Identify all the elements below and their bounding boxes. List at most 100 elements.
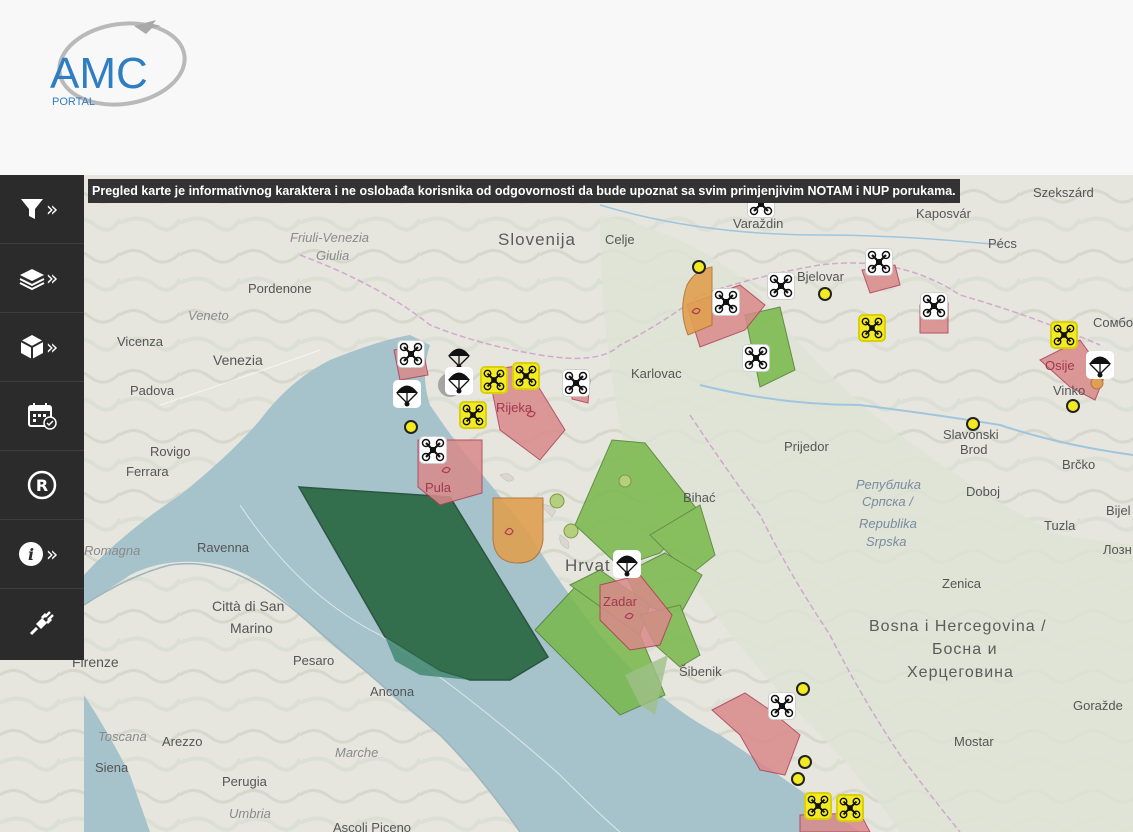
- drone-zone-active-icon[interactable]: [804, 792, 832, 820]
- drone-zone-active-icon[interactable]: [459, 401, 487, 429]
- layers-button[interactable]: »: [0, 244, 84, 313]
- map-sidebar: » » » R i »: [0, 175, 84, 660]
- calendar-check-icon: [28, 403, 57, 430]
- region-label: Giulia: [316, 248, 350, 263]
- place-label: Pesaro: [293, 653, 335, 668]
- drone-zone-icon[interactable]: [419, 436, 447, 464]
- drone-zone-icon[interactable]: [768, 692, 796, 720]
- parachute-zone-icon[interactable]: [445, 367, 473, 395]
- region-label: Friuli-Venezia: [290, 230, 369, 245]
- place-label: Szekszárd: [1033, 185, 1094, 200]
- place-label: Šibenik: [679, 664, 722, 679]
- place-label: Celje: [605, 232, 635, 247]
- drone-zone-active-icon[interactable]: [512, 362, 540, 390]
- point-marker-icon[interactable]: [818, 287, 832, 301]
- place-label: Padova: [130, 383, 175, 398]
- svg-text:»: »: [46, 266, 58, 290]
- drone-zone-icon[interactable]: [920, 292, 948, 320]
- airspace-map[interactable]: Szekszárd Kaposvár Pécs Varaždin Bjelova…: [0, 175, 1133, 832]
- svg-text:»: »: [46, 335, 58, 359]
- country-label: Херцеговина: [907, 664, 1014, 681]
- place-label: Osije: [1045, 358, 1075, 373]
- region-label: Srpska: [866, 534, 907, 549]
- drone-zone-icon[interactable]: [712, 288, 740, 316]
- place-label: Venezia: [213, 352, 263, 368]
- place-label: Tuzla: [1044, 518, 1076, 533]
- airspace-button[interactable]: »: [0, 313, 84, 382]
- drone-zone-active-icon[interactable]: [858, 314, 886, 342]
- drone-zone-icon[interactable]: [397, 340, 425, 368]
- registered-button[interactable]: R: [0, 451, 84, 520]
- place-label: Arezzo: [162, 734, 203, 749]
- place-label: Лозн: [1103, 542, 1132, 557]
- point-marker-icon[interactable]: [796, 682, 810, 696]
- point-marker-icon[interactable]: [966, 417, 980, 431]
- point-marker-icon[interactable]: [798, 755, 812, 769]
- cube-icon: »: [20, 335, 58, 359]
- place-label: Ravenna: [197, 540, 250, 555]
- drone-zone-icon[interactable]: [562, 369, 590, 397]
- point-marker-icon[interactable]: [404, 420, 418, 434]
- place-label: Brod: [960, 442, 988, 457]
- place-label: Bjelovar: [797, 269, 844, 284]
- place-label: Ferrara: [126, 464, 169, 479]
- place-label: Prijedor: [784, 439, 829, 454]
- place-label: Mostar: [954, 734, 994, 749]
- country-label: Босна и: [932, 641, 998, 658]
- parachute-zone-icon[interactable]: [613, 550, 641, 578]
- region-label: Romagna: [84, 543, 141, 558]
- place-label: Pula: [425, 480, 452, 495]
- place-label: Rijeka: [496, 400, 533, 415]
- point-marker-icon[interactable]: [692, 260, 706, 274]
- parachute-zone-icon[interactable]: [393, 380, 421, 408]
- place-label: Perugia: [222, 774, 267, 789]
- info-icon: i »: [19, 542, 58, 566]
- region-label: Републиka: [856, 477, 922, 492]
- svg-text:R: R: [36, 476, 48, 495]
- filter-icon: »: [21, 197, 58, 221]
- calendar-button[interactable]: [0, 382, 84, 451]
- country-label: Slovenija: [498, 230, 576, 249]
- place-label: Vicenza: [117, 334, 164, 349]
- place-label: Varaždin: [733, 216, 784, 231]
- svg-text:i: i: [28, 545, 34, 564]
- place-label: Pordenone: [248, 281, 312, 296]
- place-label: Zadar: [603, 594, 637, 609]
- place-label: Kaposvár: [916, 206, 971, 221]
- place-label: Zenica: [942, 576, 982, 591]
- place-label: Ascoli Piceno: [333, 820, 412, 832]
- svg-text:»: »: [46, 197, 58, 221]
- parachute-zone-icon[interactable]: [1086, 351, 1114, 379]
- point-marker-icon[interactable]: [791, 772, 805, 786]
- place-label: Goražde: [1073, 698, 1123, 713]
- drone-zone-icon[interactable]: [865, 248, 893, 276]
- header-bar: AMC PORTAL: [0, 0, 1133, 175]
- point-marker-icon[interactable]: [1066, 399, 1080, 413]
- place-label: Città di San: [212, 598, 285, 614]
- place-label: Rovigo: [150, 444, 191, 459]
- logo-subtext: PORTAL: [52, 96, 95, 108]
- plugin-button[interactable]: [0, 589, 84, 657]
- place-label: Bijel: [1106, 503, 1131, 518]
- info-button[interactable]: i »: [0, 520, 84, 589]
- region-label: Marche: [335, 745, 379, 760]
- logo-text: AMC: [50, 49, 148, 98]
- filter-button[interactable]: »: [0, 175, 84, 244]
- place-label: Karlovac: [631, 366, 682, 381]
- drone-zone-active-icon[interactable]: [480, 366, 508, 394]
- place-label: Siena: [95, 760, 129, 775]
- country-label: Bosna i Hercegovina /: [869, 618, 1047, 635]
- place-label: Ancona: [370, 684, 415, 699]
- svg-text:»: »: [46, 542, 58, 566]
- place-label: Brčko: [1062, 457, 1096, 472]
- drone-zone-icon[interactable]: [742, 344, 770, 372]
- drone-zone-active-icon[interactable]: [836, 794, 864, 822]
- drone-zone-icon[interactable]: [767, 272, 795, 300]
- region-label: Српска /: [862, 494, 913, 509]
- amc-portal-logo[interactable]: AMC PORTAL: [42, 14, 192, 114]
- plug-icon: [29, 611, 54, 636]
- region-label: Umbria: [229, 806, 271, 821]
- place-label: Marino: [230, 620, 273, 636]
- place-label: Doboj: [966, 484, 1000, 499]
- drone-zone-active-icon[interactable]: [1050, 321, 1078, 349]
